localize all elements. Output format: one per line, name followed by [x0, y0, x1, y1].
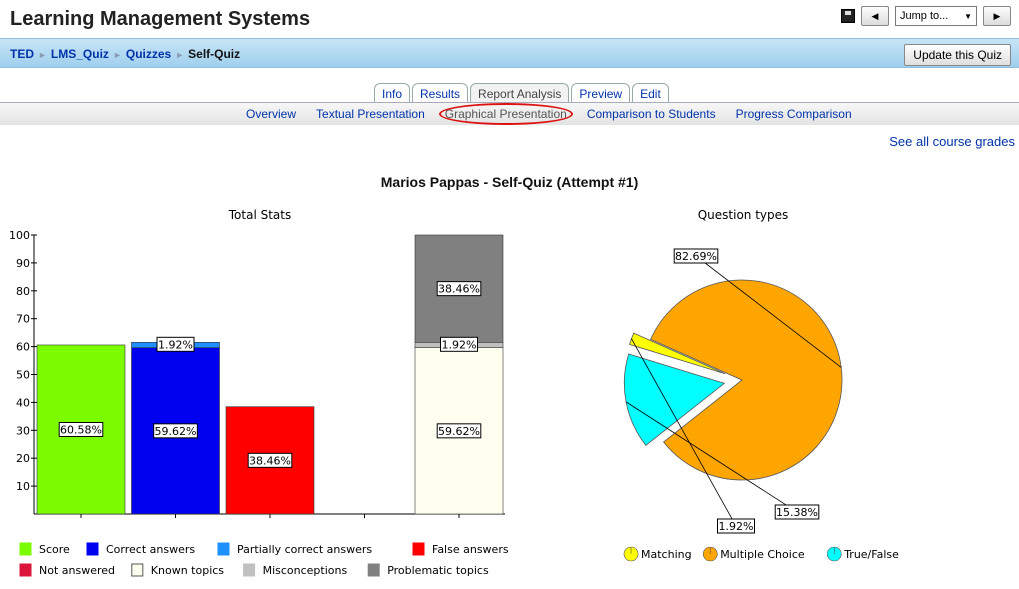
bar-data-label: 1.92% — [442, 338, 477, 351]
pie-legend-label: True/False — [843, 548, 899, 561]
bar-data-label: 59.62% — [438, 425, 480, 438]
y-tick-label: 80 — [16, 285, 30, 298]
pie-data-label: 15.38% — [776, 506, 818, 519]
y-tick-label: 60 — [16, 341, 30, 354]
pie-legend-swatch — [826, 546, 842, 562]
legend-label: False answers — [432, 543, 509, 556]
legend-label: Score — [39, 543, 70, 556]
bar-data-label: 1.92% — [158, 338, 193, 351]
y-tick-label: 50 — [16, 369, 30, 382]
bar-data-label: 38.46% — [438, 283, 480, 296]
charts-canvas: Total Stats Question types 100 90 80 70 60 50… — [9, 206, 974, 586]
y-tick-label: 30 — [16, 424, 30, 437]
pie-legend-swatch — [623, 546, 639, 562]
legend-label: Not answered — [39, 564, 115, 577]
bar-data-label: 60.58% — [60, 423, 102, 436]
legend-label: Partially correct answers — [237, 543, 372, 556]
legend-swatch — [131, 563, 144, 577]
y-tick-label: 70 — [16, 313, 30, 326]
legend-label: Problematic topics — [387, 564, 489, 577]
legend-label: Known topics — [151, 564, 225, 577]
y-tick-label: 10 — [16, 480, 30, 493]
legend-label: Correct answers — [106, 543, 195, 556]
y-tick-label: 100 — [9, 229, 30, 242]
pie-data-label: 1.92% — [719, 520, 754, 533]
pie-legend-swatch — [702, 546, 718, 562]
bar-chart-title: Total Stats — [228, 208, 291, 222]
y-tick-label: 40 — [16, 396, 30, 409]
pie-legend-label: Multiple Choice — [720, 548, 805, 561]
legend-swatch — [412, 542, 425, 556]
pie-data-label: 82.69% — [675, 250, 717, 263]
legend-swatch — [217, 542, 230, 556]
pie-chart-title: Question types — [698, 208, 789, 222]
legend-swatch — [367, 563, 380, 577]
y-tick-label: 20 — [16, 452, 30, 465]
legend-label: Misconceptions — [263, 564, 348, 577]
legend-swatch — [19, 542, 32, 556]
y-tick-label: 90 — [16, 257, 30, 270]
bar-data-label: 59.62% — [155, 425, 197, 438]
legend-swatch — [19, 563, 32, 577]
legend-swatch — [86, 542, 99, 556]
legend-swatch — [243, 563, 256, 577]
bar-data-label: 38.46% — [249, 454, 291, 467]
pie-legend-label: Matching — [641, 548, 692, 561]
